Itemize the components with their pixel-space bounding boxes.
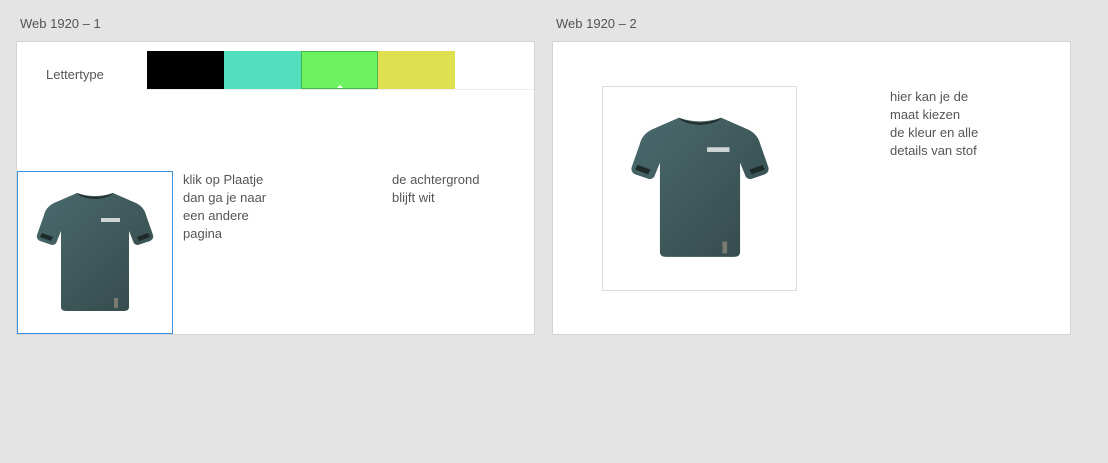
note-background-white: de achtergrond blijft wit bbox=[392, 172, 480, 205]
font-label: Lettertype bbox=[46, 67, 104, 82]
product-image[interactable] bbox=[17, 171, 173, 334]
color-swatch-strip bbox=[147, 51, 455, 89]
color-swatch-yellow[interactable] bbox=[378, 51, 455, 89]
artboard-1-label[interactable]: Web 1920 – 1 bbox=[20, 16, 101, 31]
tshirt-icon bbox=[36, 192, 154, 311]
note-details: hier kan je de maat kiezen de kleur en a… bbox=[890, 89, 979, 158]
tshirt-icon bbox=[630, 117, 769, 257]
artboard-web-1920-2[interactable]: hier kan je de maat kiezen de kleur en a… bbox=[553, 42, 1070, 334]
note-click-image: klik op Plaatje dan ga je naar een ander… bbox=[183, 172, 267, 241]
color-swatch-black[interactable] bbox=[147, 51, 224, 89]
color-swatch-green[interactable] bbox=[301, 51, 378, 89]
artboard-2-label[interactable]: Web 1920 – 2 bbox=[556, 16, 637, 31]
artboard-web-1920-1[interactable]: Lettertype klik op Plaatje dan ga je naa… bbox=[17, 42, 534, 334]
product-detail-image bbox=[602, 86, 797, 291]
color-swatch-turquoise[interactable] bbox=[224, 51, 301, 89]
design-canvas: Web 1920 – 1 Lettertype klik op Plaatje … bbox=[0, 0, 1108, 463]
header-divider bbox=[147, 89, 534, 90]
